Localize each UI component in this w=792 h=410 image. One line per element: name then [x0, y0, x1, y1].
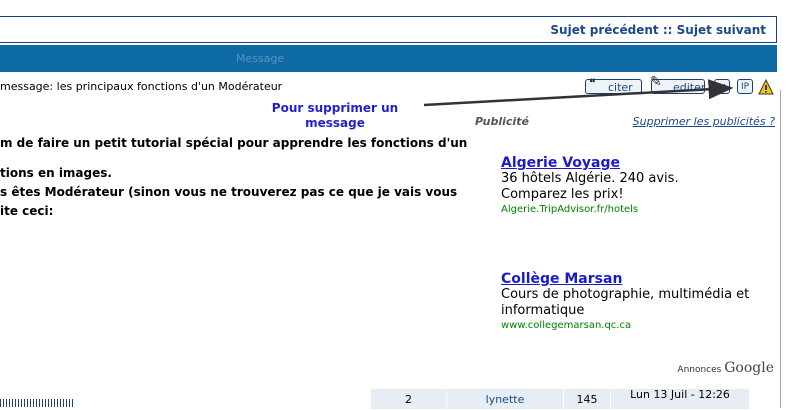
ad-url[interactable]: www.collegemarsan.qc.ca	[501, 319, 761, 333]
table-cell-last-post: Lun 13 Juil - 12:26	[610, 388, 750, 410]
post-body: m de faire un petit tutorial spécial pou…	[0, 134, 467, 221]
table-row: 2 lynette 145 Lun 13 Juil - 12:26	[370, 388, 750, 410]
ads-label: Publicité	[475, 115, 529, 128]
topic-navigation: Sujet précédent :: Sujet suivant	[550, 23, 766, 37]
warning-icon[interactable]	[758, 79, 774, 95]
edit-icon: ✎	[650, 74, 662, 90]
ad-title-link[interactable]: Algerie Voyage	[501, 155, 761, 171]
message-header-bar: Message	[0, 45, 777, 72]
ad-block: Collège Marsan Cours de photographie, mu…	[501, 271, 761, 333]
delete-button[interactable]: ✕	[714, 79, 730, 94]
nav-separator: ::	[662, 23, 673, 37]
topic-navigation-bar: Sujet précédent :: Sujet suivant	[0, 16, 777, 43]
post-line: m de faire un petit tutorial spécial pou…	[0, 136, 468, 150]
ads-by-prefix: Annonces	[677, 365, 722, 375]
next-topic-link[interactable]: Sujet suivant	[677, 23, 766, 37]
message-header-title: Message	[236, 52, 285, 65]
ad-title-link[interactable]: Collège Marsan	[501, 271, 761, 287]
ip-icon: IP	[740, 82, 750, 92]
ip-button[interactable]: IP	[737, 79, 753, 94]
ad-description: 36 hôtels Algérie. 240 avis. Comparez le…	[501, 171, 679, 202]
post-line: ite ceci:	[0, 204, 54, 218]
ads-by-google[interactable]: Annonces Google	[677, 360, 774, 376]
previous-topic-link[interactable]: Sujet précédent	[550, 23, 658, 37]
annotation-label: Pour supprimer un message	[271, 101, 399, 130]
quote-icon: ❝	[589, 76, 596, 90]
delete-icon: ✕	[717, 81, 727, 94]
remove-ads-link[interactable]: Supprimer les publicités ?	[633, 115, 775, 128]
google-logo: Google	[724, 360, 774, 376]
topic-list-table: 2 lynette 145 Lun 13 Juil - 12:26	[370, 388, 750, 410]
post-line: tions en images.	[0, 166, 112, 180]
table-cell-views: 145	[563, 388, 611, 410]
quote-button[interactable]: ❝ citer	[585, 76, 642, 94]
edit-button[interactable]: ✎ editer	[650, 75, 706, 94]
post-line: s êtes Modérateur (sinon vous ne trouver…	[0, 185, 458, 199]
table-cell-replies: 2	[370, 388, 447, 410]
table-cell-author[interactable]: lynette	[446, 388, 564, 410]
ad-description: Cours de photographie, multimédia et inf…	[501, 287, 750, 318]
post-subject: message: les principaux fonctions d'un M…	[0, 80, 283, 93]
quote-button-label: citer	[608, 81, 633, 94]
ad-url[interactable]: Algerie.TripAdvisor.fr/hotels	[501, 203, 761, 217]
rating-bar	[0, 399, 73, 407]
content-divider	[780, 90, 781, 408]
edit-button-label: editer	[673, 81, 706, 94]
ad-block: Algerie Voyage 36 hôtels Algérie. 240 av…	[501, 155, 761, 217]
